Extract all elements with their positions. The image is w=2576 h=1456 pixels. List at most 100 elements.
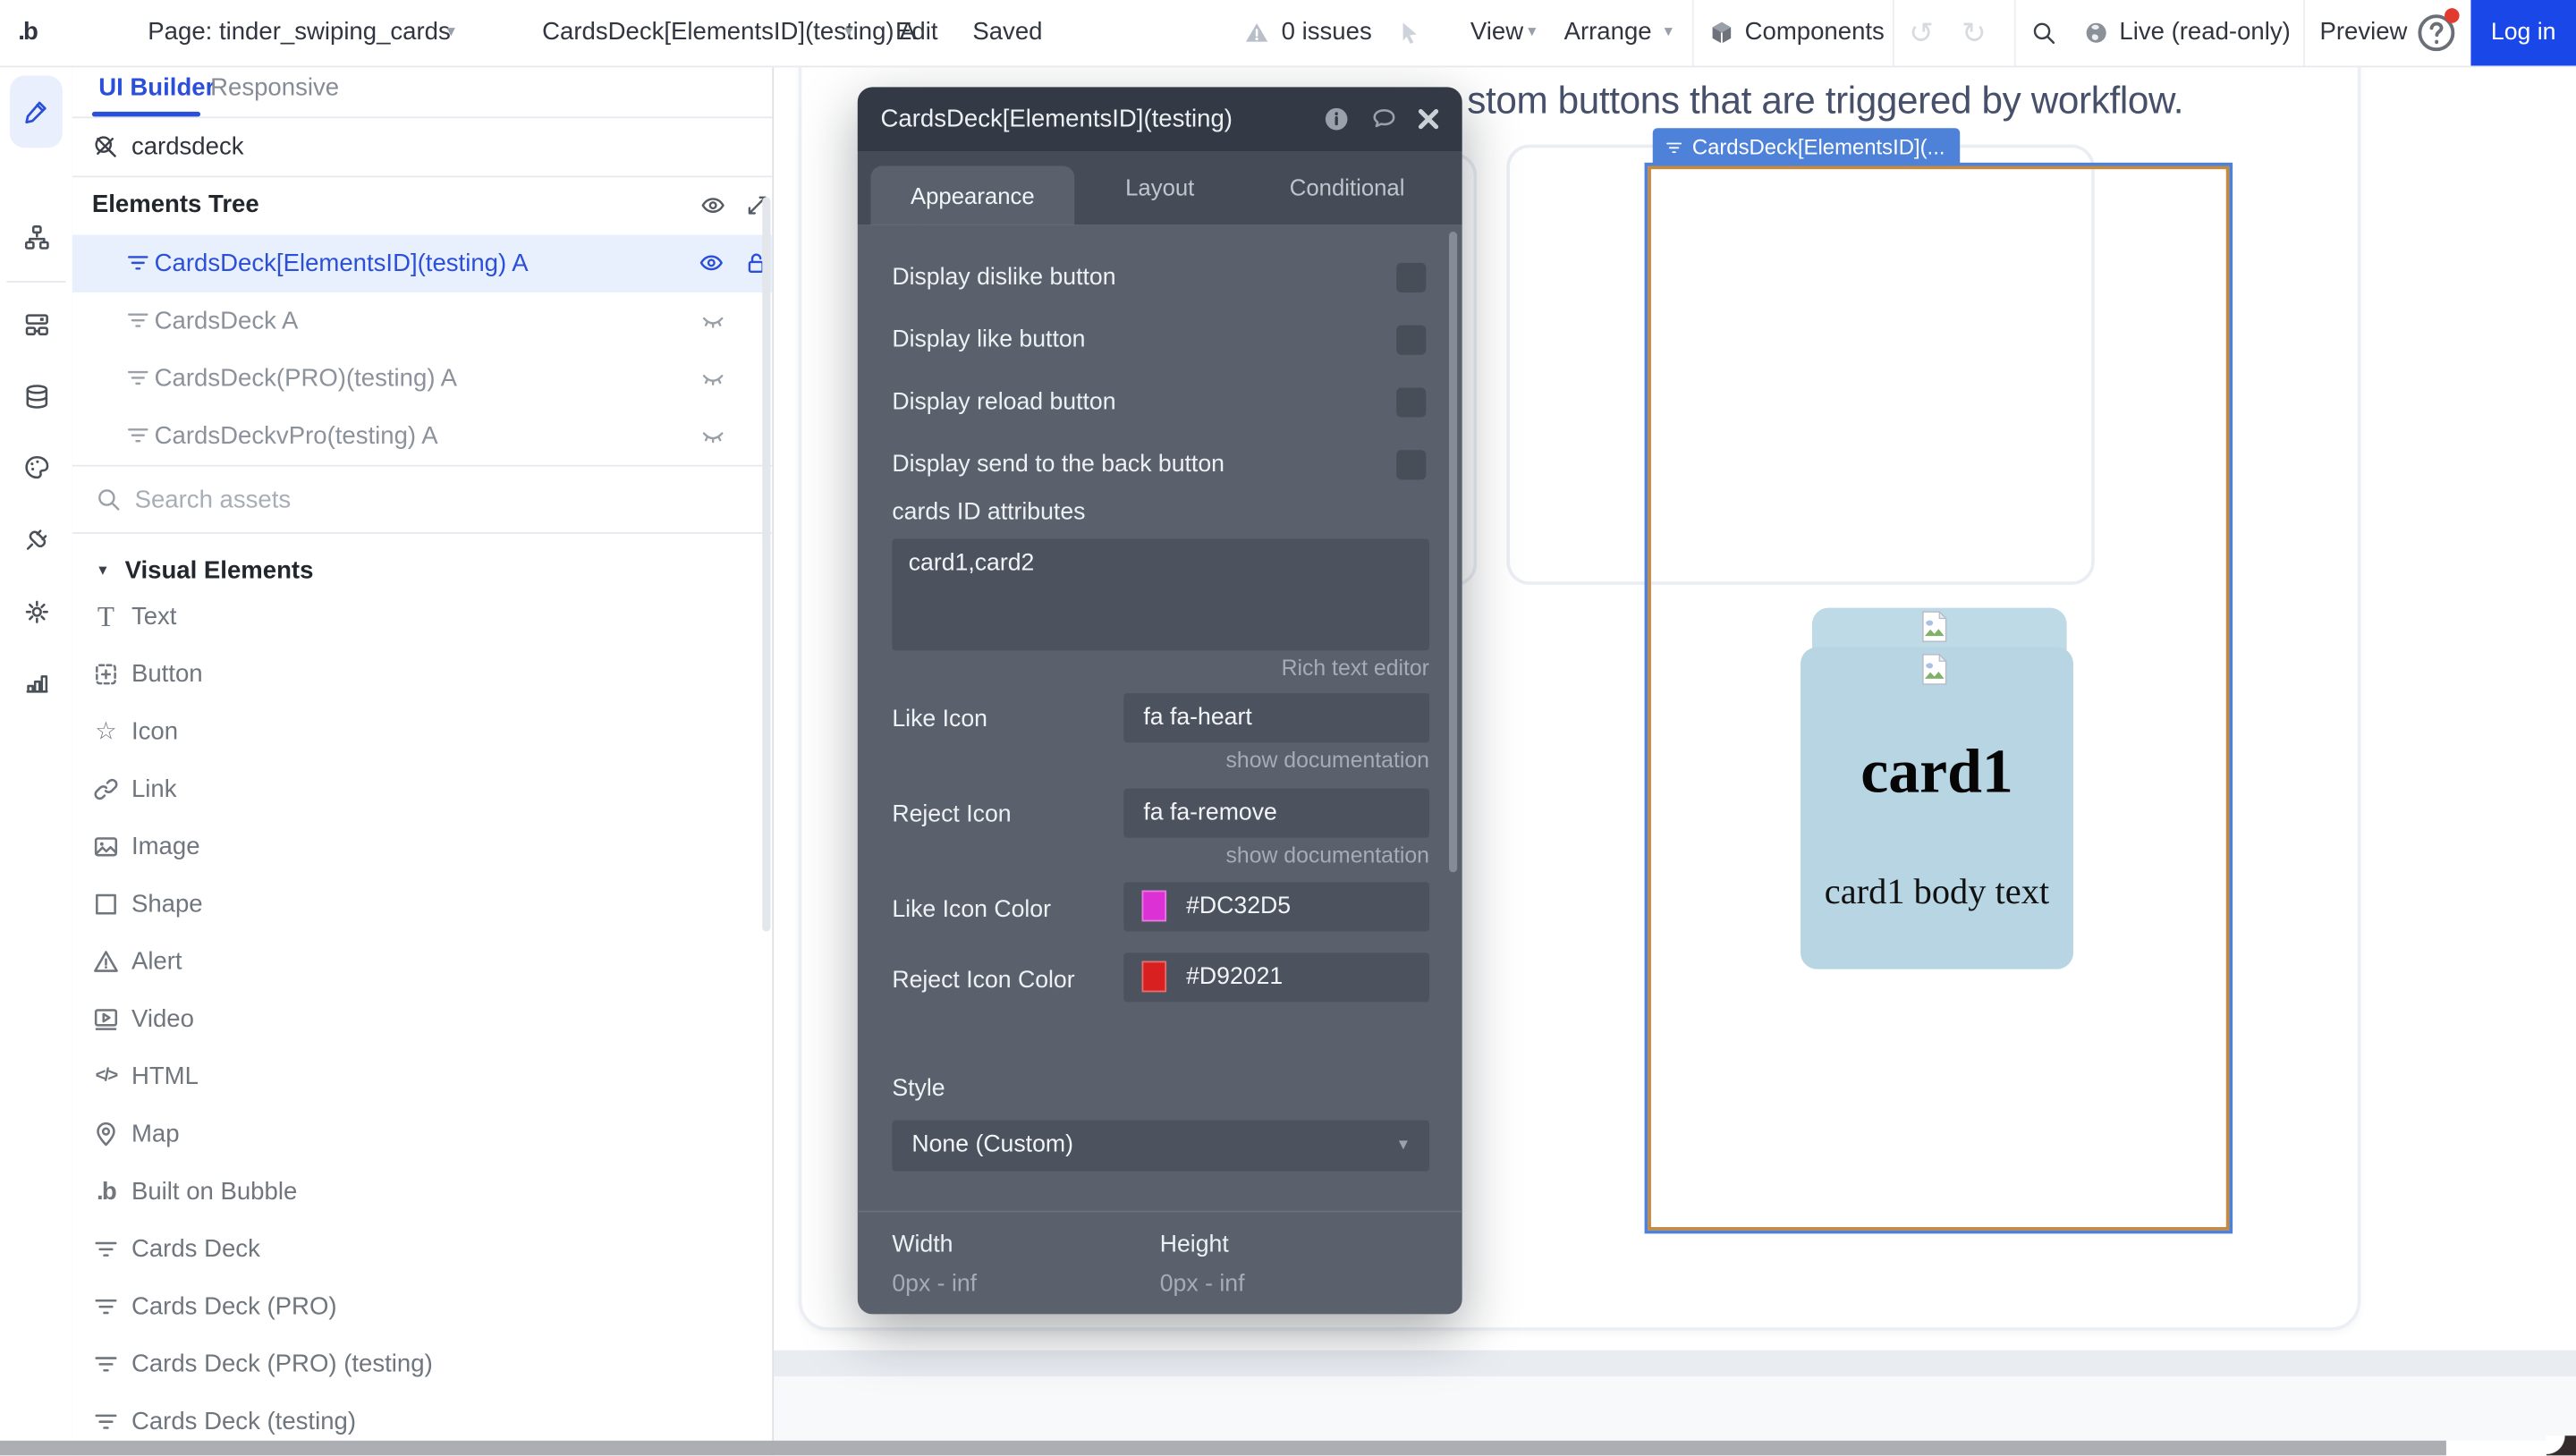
redo-icon[interactable]: ↻ — [1962, 0, 1987, 65]
hidden-eye-icon[interactable] — [699, 365, 725, 391]
reject-color-picker[interactable]: #D92021 — [1123, 952, 1429, 1002]
palette-item-link[interactable]: Link — [72, 760, 772, 817]
chevron-down-icon[interactable]: ▾ — [844, 0, 852, 65]
bubble-icon: .b — [92, 1178, 120, 1206]
close-icon[interactable] — [1414, 106, 1442, 133]
palette-item-alert[interactable]: Alert — [72, 933, 772, 990]
styles-palette-icon[interactable] — [23, 453, 51, 481]
style-label: Style — [892, 1074, 945, 1104]
reject-color-value: #D92021 — [1186, 952, 1283, 1002]
inspector-scrollbar[interactable] — [1449, 232, 1457, 872]
visible-eye-icon[interactable] — [699, 250, 724, 275]
rich-text-editor-link[interactable]: Rich text editor — [1282, 656, 1429, 681]
search-icon — [96, 487, 122, 512]
components-button[interactable]: Components — [1745, 0, 1885, 65]
palette-item-cards-deck-pro-testing[interactable]: Cards Deck (PRO) (testing) — [72, 1335, 772, 1393]
view-menu[interactable]: View — [1470, 0, 1523, 65]
palette-item-icon[interactable]: ☆Icon — [72, 703, 772, 760]
tree-row-selected[interactable]: CardsDeck[ElementsID](testing) A — [72, 235, 772, 292]
palette-item-map[interactable]: Map — [72, 1105, 772, 1163]
palette-item-button[interactable]: Button — [72, 646, 772, 703]
cards-deck-icon — [92, 1293, 120, 1321]
cards-id-textarea[interactable]: card1,card2 — [892, 538, 1429, 650]
text-icon: T — [92, 603, 120, 631]
hidden-eye-icon[interactable] — [699, 307, 725, 333]
login-button[interactable]: Log in — [2470, 0, 2576, 65]
tree-row[interactable]: CardsDeck A — [72, 292, 772, 350]
show-documentation-link[interactable]: show documentation — [1226, 842, 1429, 868]
cards-deck-icon — [125, 365, 151, 391]
like-icon-input[interactable]: fa fa-heart — [1123, 693, 1429, 742]
display-send-back-checkbox[interactable] — [1396, 450, 1426, 479]
display-like-checkbox[interactable] — [1396, 326, 1426, 355]
show-all-eye-icon[interactable] — [699, 192, 725, 218]
workflow-icon[interactable] — [23, 224, 51, 251]
chevron-down-icon[interactable]: ▾ — [447, 0, 455, 65]
display-reload-checkbox[interactable] — [1396, 387, 1426, 417]
design-tab-active[interactable] — [10, 75, 63, 148]
cursor-tool-icon[interactable] — [1396, 20, 1422, 46]
logs-chart-icon[interactable] — [23, 669, 51, 697]
canvas-heading-text: stom buttons that are triggered by workf… — [1467, 79, 2183, 123]
tree-row[interactable]: CardsDeck(PRO)(testing) A — [72, 350, 772, 407]
element-selector[interactable]: CardsDeck[ElementsID](testing) A — [542, 0, 916, 65]
display-dislike-checkbox[interactable] — [1396, 263, 1426, 292]
preview-link[interactable]: Preview — [2319, 0, 2407, 65]
tab-conditional[interactable]: Conditional — [1290, 151, 1405, 225]
palette-item-cards-deck[interactable]: Cards Deck — [72, 1221, 772, 1278]
palette-item-text[interactable]: TText — [72, 588, 772, 646]
broken-image-icon — [1922, 654, 1947, 685]
tab-layout[interactable]: Layout — [1125, 151, 1194, 225]
plugins-icon[interactable] — [23, 526, 51, 554]
blocks-icon[interactable] — [23, 310, 51, 338]
palette-item-cards-deck-pro[interactable]: Cards Deck (PRO) — [72, 1278, 772, 1335]
show-documentation-link[interactable]: show documentation — [1226, 748, 1429, 774]
clear-search-icon[interactable] — [92, 133, 118, 159]
hscroll-thumb[interactable] — [0, 1441, 2446, 1456]
reject-color-swatch — [1142, 961, 1167, 992]
tab-appearance[interactable]: Appearance — [870, 166, 1074, 225]
chevron-down-icon[interactable]: ▾ — [1665, 0, 1673, 65]
asset-search-input[interactable] — [131, 470, 730, 529]
tree-row[interactable]: CardsDeckvPro(testing) A — [72, 408, 772, 465]
element-search-input[interactable] — [128, 116, 693, 175]
style-value: None (Custom) — [911, 1132, 1073, 1158]
palette-item-video[interactable]: Video — [72, 991, 772, 1048]
comment-icon[interactable] — [1370, 106, 1398, 133]
settings-gear-icon[interactable] — [23, 598, 51, 626]
edit-menu[interactable]: Edit — [895, 0, 937, 65]
chevron-down-icon[interactable]: ▾ — [1528, 0, 1536, 65]
arrange-menu[interactable]: Arrange — [1564, 0, 1652, 65]
chevron-down-icon: ▾ — [1399, 1121, 1408, 1172]
tab-responsive[interactable]: Responsive — [210, 65, 339, 116]
components-cube-icon[interactable] — [1708, 20, 1734, 46]
left-icon-rail — [0, 65, 74, 1455]
style-dropdown[interactable]: None (Custom) ▾ — [892, 1121, 1429, 1172]
reject-icon-input[interactable]: fa fa-remove — [1123, 789, 1429, 838]
like-color-picker[interactable]: #DC32D5 — [1123, 882, 1429, 931]
width-value: 0px - inf — [892, 1270, 977, 1299]
bubble-editor: stom buttons that are triggered by workf… — [0, 0, 2576, 1455]
palette-item-image[interactable]: Image — [72, 818, 772, 876]
top-toolbar: .b Page: tinder_swiping_cards ▾ CardsDec… — [0, 0, 2576, 67]
panel-scrollbar[interactable] — [762, 197, 770, 931]
tab-ui-builder[interactable]: UI Builder — [98, 65, 215, 116]
database-icon[interactable] — [23, 383, 51, 411]
search-icon[interactable] — [2030, 20, 2056, 46]
issues-count[interactable]: 0 issues — [1282, 0, 1372, 65]
palette-item-shape[interactable]: Shape — [72, 876, 772, 933]
page-selector[interactable]: Page: tinder_swiping_cards — [148, 0, 450, 65]
code-icon: </> — [92, 1062, 120, 1090]
hidden-eye-icon[interactable] — [699, 422, 725, 448]
bubble-logo[interactable]: .b — [18, 0, 37, 65]
palette-item-built-on-bubble[interactable]: .bBuilt on Bubble — [72, 1163, 772, 1220]
info-icon[interactable] — [1323, 106, 1351, 133]
undo-icon[interactable]: ↺ — [1909, 0, 1934, 65]
live-status[interactable]: Live (read-only) — [2119, 0, 2290, 65]
help-button[interactable] — [2415, 12, 2458, 55]
reject-color-label: Reject Icon Color — [892, 966, 1074, 995]
property-editor-header[interactable]: CardsDeck[ElementsID](testing) — [858, 87, 1462, 151]
palette-item-html[interactable]: </>HTML — [72, 1048, 772, 1105]
divider — [858, 1211, 1462, 1213]
selected-element-tag[interactable]: CardsDeck[ElementsID](... — [1653, 128, 1960, 165]
